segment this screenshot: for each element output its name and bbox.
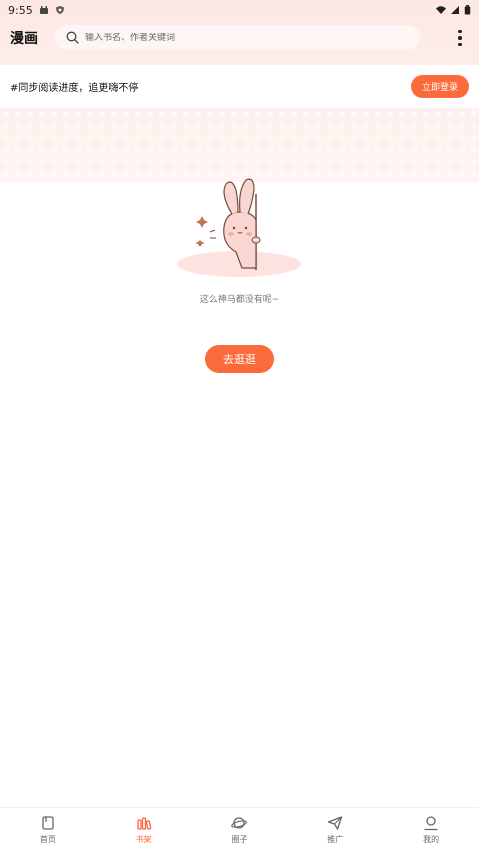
user-icon [424,816,438,831]
bookshelf-page: 9:55 漫画 #同步阅读进度，追更嗨不停 立即登录 [0,0,479,852]
tab-promote-label: 推广 [327,835,344,844]
tab-circle-label: 圈子 [231,835,248,844]
tab-home-label: 首页 [39,835,56,844]
planet-icon [231,817,248,829]
cellular-signal-icon [451,6,459,14]
login-banner: #同步阅读进度，追更嗨不停 立即登录 [0,65,479,108]
empty-bunny-illustration [177,178,301,277]
status-time: 9:55 [8,3,33,17]
tab-home[interactable]: 首页 [0,808,96,852]
more-options-icon[interactable] [452,26,468,50]
app-header: 漫画 [0,22,479,54]
login-prompt-text: #同步阅读进度，追更嗨不停 [10,83,139,94]
bottom-tab-bar: 首页 书架 圈子 推广 我的 [0,807,479,852]
decorative-pattern [0,108,479,182]
tab-bookshelf[interactable]: 书架 [96,808,192,852]
shield-icon [55,6,64,14]
tab-circle[interactable]: 圈子 [192,808,288,852]
tab-bookshelf-label: 书架 [135,835,152,844]
browse-button[interactable]: 去逛逛 [205,345,274,373]
battery-icon [464,5,471,15]
bookshelf-icon [137,817,151,830]
tab-profile[interactable]: 我的 [383,808,479,852]
android-notification-icon [39,6,48,14]
paper-plane-icon [328,816,343,830]
wifi-icon [436,6,446,14]
page-title: 漫画 [10,31,38,47]
search-icon [66,31,79,44]
search-bar[interactable] [54,25,420,50]
tab-promote[interactable]: 推广 [287,808,383,852]
tab-profile-label: 我的 [423,835,440,844]
login-button[interactable]: 立即登录 [411,75,469,98]
search-input[interactable] [85,32,385,43]
status-bar: 9:55 [0,0,479,20]
book-icon [42,816,54,830]
empty-state-message: 这么神马都没有呢~ [199,295,280,305]
